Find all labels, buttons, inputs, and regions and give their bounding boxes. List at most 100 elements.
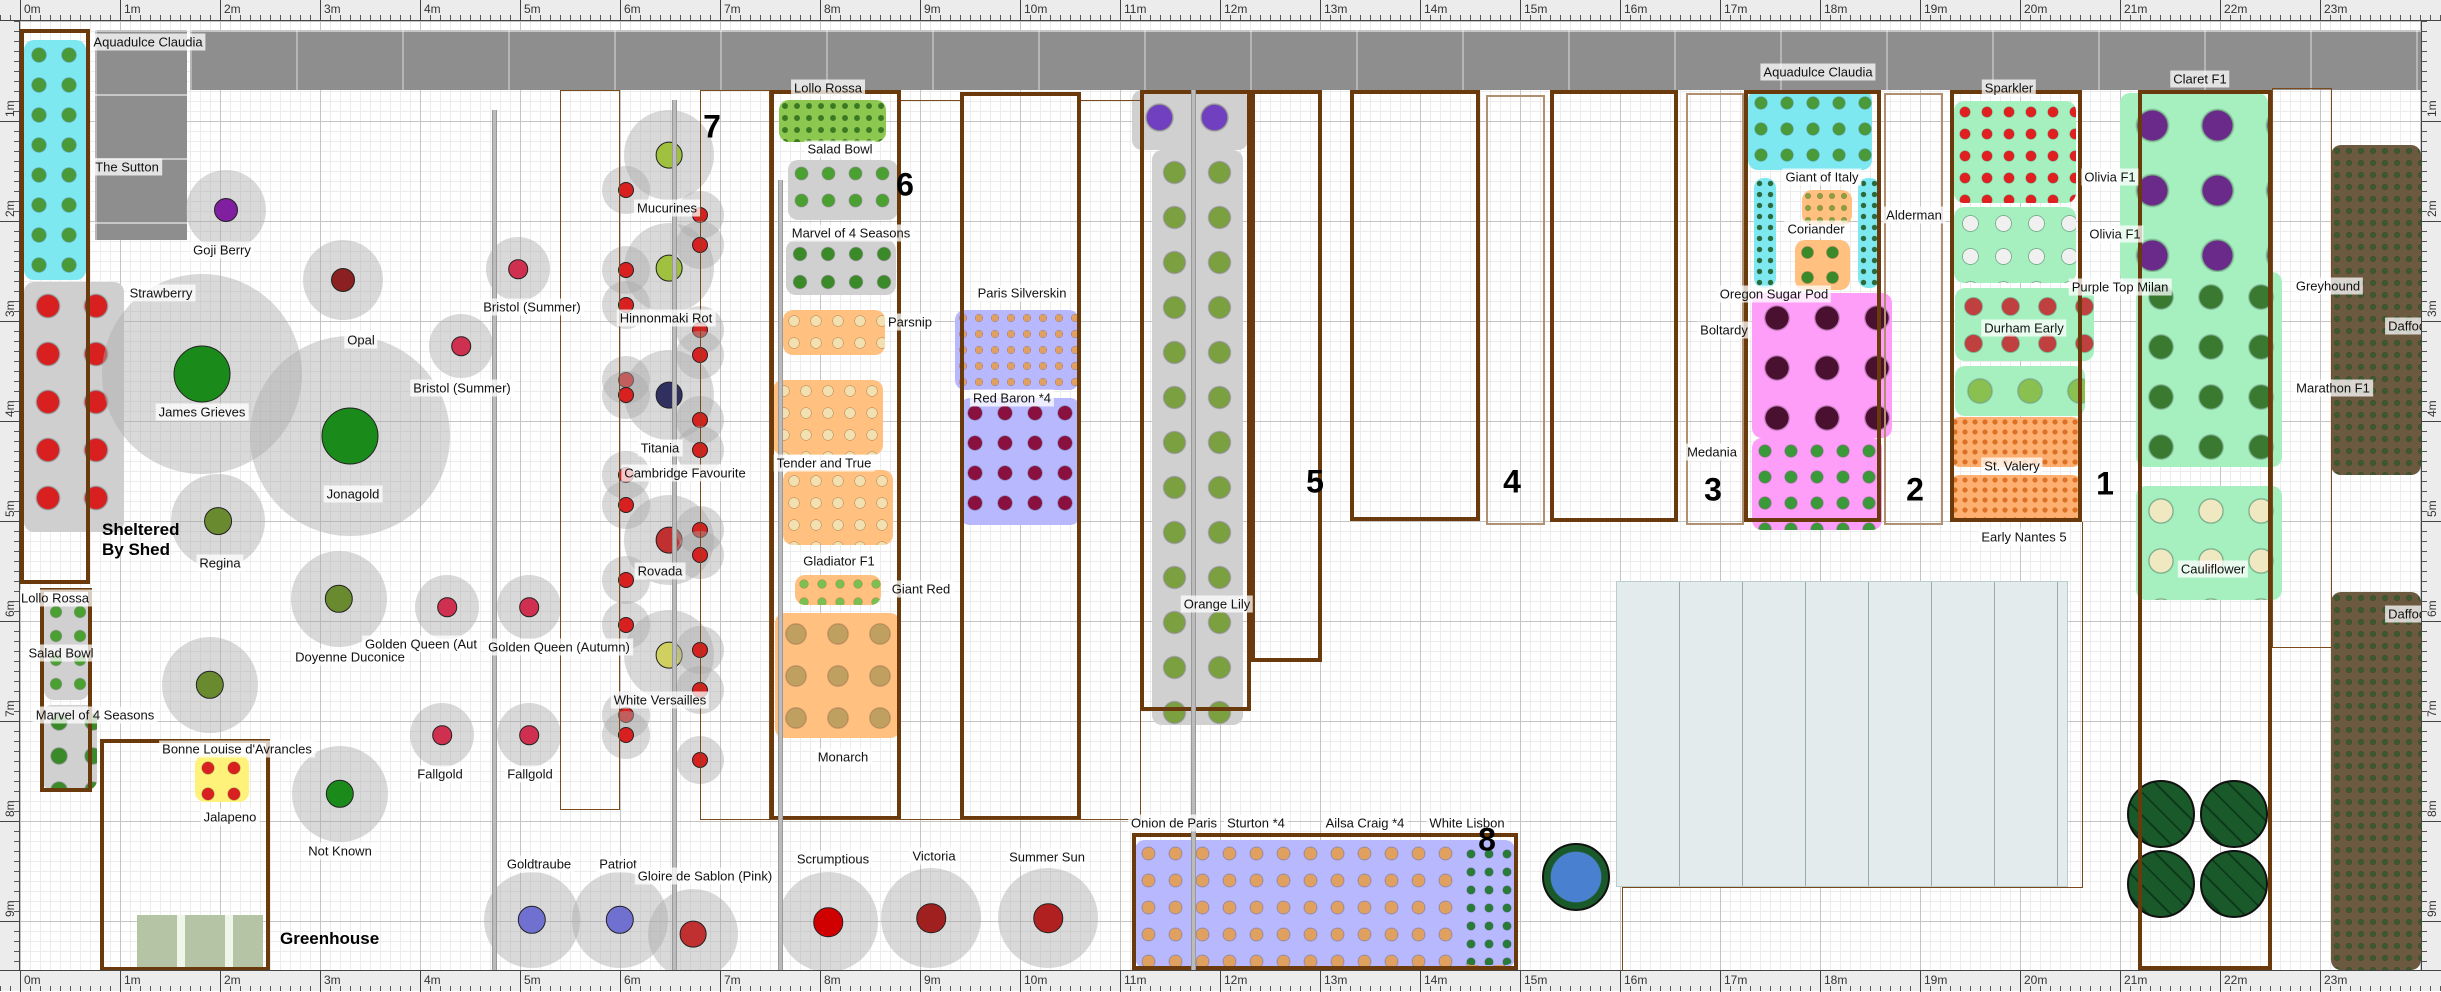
plant-label[interactable]: Early Nantes 5 xyxy=(1978,528,2070,546)
goji-berry-icon[interactable] xyxy=(186,170,266,250)
cherry-tree-icon[interactable] xyxy=(292,746,388,842)
cherry-tree-icon[interactable] xyxy=(998,868,1098,968)
garden-canvas[interactable]: Aquadulce Claudia The Sutton Goji Berry Str… xyxy=(20,21,2421,970)
water-butt-icon[interactable] xyxy=(1542,843,1610,911)
plant-label[interactable]: Sparkler xyxy=(1981,79,2037,97)
plant-label[interactable]: Strawberry xyxy=(126,284,196,302)
plant-label[interactable]: Titania xyxy=(637,439,683,457)
plant-label[interactable]: Onion de Paris xyxy=(1128,814,1220,832)
daffodil-bed[interactable] xyxy=(2331,592,2421,970)
plant-label[interactable]: Sturton *4 xyxy=(1224,814,1288,832)
plant-label[interactable]: Parsnip xyxy=(884,313,936,331)
raised-bed[interactable] xyxy=(960,92,1081,820)
raised-bed[interactable] xyxy=(1744,90,1881,522)
raspberry-icon[interactable] xyxy=(429,314,493,378)
plant-label[interactable]: Greyhound xyxy=(2292,277,2364,295)
plant-label[interactable]: Giant of Italy xyxy=(1782,168,1862,186)
raspberry-icon[interactable] xyxy=(410,703,474,767)
plant-label[interactable]: Mucurines xyxy=(634,199,700,217)
raised-bed[interactable] xyxy=(1132,833,1518,970)
plant-label[interactable]: Rovada xyxy=(634,562,686,580)
raised-bed[interactable] xyxy=(1884,93,1943,525)
raspberry-icon[interactable] xyxy=(497,703,561,767)
plant-label[interactable]: Aquadulce Claudia xyxy=(90,33,206,51)
plant-label[interactable]: Victoria xyxy=(909,847,959,865)
raised-bed[interactable] xyxy=(1550,90,1678,522)
plant-label[interactable]: Monarch xyxy=(814,748,872,766)
raised-bed[interactable] xyxy=(1251,90,1322,662)
plant-label[interactable]: Scrumptious xyxy=(793,850,873,868)
plant-label[interactable]: Bonne Louise d'Avrancles xyxy=(159,740,315,758)
plant-label[interactable]: Cauliflower xyxy=(2177,560,2249,578)
plant-label[interactable]: Boltardy xyxy=(1697,321,1751,339)
plant-label[interactable]: Lollo Rossa xyxy=(791,79,865,97)
daffodil-bed[interactable] xyxy=(2331,145,2421,475)
plant-label[interactable]: Marvel of 4 Seasons xyxy=(32,706,158,724)
plant-label[interactable]: Golden Queen (Autumn) xyxy=(485,638,633,656)
plant-label[interactable]: Orange Lily xyxy=(1180,595,1254,613)
raised-bed[interactable] xyxy=(40,588,92,792)
plant-label[interactable]: Coriander xyxy=(1784,220,1848,238)
raised-bed[interactable] xyxy=(2138,90,2272,970)
plant-label[interactable]: Summer Sun xyxy=(1006,848,1088,866)
plant-label[interactable]: Cambridge Favourite xyxy=(621,464,749,482)
plant-label[interactable]: Claret F1 xyxy=(2170,70,2230,88)
plant-label[interactable]: Regina xyxy=(196,554,244,572)
plant-label[interactable]: Hinnonmaki Rot xyxy=(616,309,716,327)
plant-label[interactable]: Salad Bowl xyxy=(804,140,876,158)
plant-label[interactable]: Daffodil xyxy=(2385,605,2421,623)
raised-bed[interactable] xyxy=(2272,88,2332,648)
plant-label[interactable]: Gladiator F1 xyxy=(800,552,878,570)
plant-label[interactable]: Bristol (Summer) xyxy=(480,298,584,316)
plant-label[interactable]: The Sutton xyxy=(92,158,162,176)
plant-label[interactable]: Patriot xyxy=(596,855,640,873)
plant-label[interactable]: Oregon Sugar Pod xyxy=(1716,285,1832,303)
plant-label[interactable]: Daffodil xyxy=(2385,317,2421,335)
plant-label[interactable]: Opal xyxy=(344,331,378,349)
plant-label[interactable]: Alderman xyxy=(1883,206,1945,224)
raised-bed[interactable] xyxy=(1486,95,1545,525)
plant-label[interactable]: Red Baron *4 xyxy=(969,389,1055,407)
plum-tree-icon[interactable] xyxy=(881,868,981,968)
plant-label[interactable]: Fallgold xyxy=(414,765,466,783)
plant-label[interactable]: Fallgold xyxy=(504,765,556,783)
plant-label[interactable]: Olivia F1 xyxy=(2081,168,2139,186)
plant-label[interactable]: Not Known xyxy=(305,842,375,860)
pear-tree-icon[interactable] xyxy=(162,637,258,733)
plant-label[interactable]: Golden Queen (Aut xyxy=(361,635,481,653)
plant-label[interactable]: Salad Bowl xyxy=(25,644,97,662)
plant-label[interactable]: Ailsa Craig *4 xyxy=(1322,814,1408,832)
plant-label[interactable]: Marathon F1 xyxy=(2293,379,2373,397)
plant-label[interactable]: Goji Berry xyxy=(190,241,254,259)
apple-tree-icon[interactable] xyxy=(778,872,878,970)
raspberry-icon[interactable] xyxy=(415,575,479,639)
raised-bed[interactable] xyxy=(700,90,770,820)
raspberry-icon[interactable] xyxy=(497,575,561,639)
plant-label[interactable]: Goldtraube xyxy=(503,855,575,873)
plant-label[interactable]: Purple Top Milan xyxy=(2068,278,2172,296)
raised-bed[interactable] xyxy=(100,739,270,970)
pear-tree-icon[interactable] xyxy=(291,551,387,647)
plant-label[interactable]: Giant Red xyxy=(888,580,954,598)
apple-tree-icon[interactable] xyxy=(250,336,450,536)
plant-label[interactable]: Paris Silverskin xyxy=(974,284,1070,302)
plant-label[interactable]: Jalapeno xyxy=(200,808,260,826)
plum-tree-icon[interactable] xyxy=(303,240,383,320)
raised-bed[interactable] xyxy=(1350,90,1480,521)
plant-label[interactable]: James Grieves xyxy=(155,403,249,421)
plant-label[interactable]: Marvel of 4 Seasons xyxy=(788,224,914,242)
plant-label[interactable]: Jonagold xyxy=(323,485,383,503)
plant-label[interactable]: Aquadulce Claudia xyxy=(1760,63,1876,81)
plant-label[interactable]: St. Valery xyxy=(1981,457,2043,475)
plant-label[interactable]: Medania xyxy=(1684,443,1740,461)
currant-icon[interactable] xyxy=(648,889,738,970)
plant-label[interactable]: Durham Early xyxy=(1981,319,2067,337)
blueberry-icon[interactable] xyxy=(484,872,580,968)
plant-label[interactable]: Bristol (Summer) xyxy=(410,379,514,397)
raised-bed[interactable] xyxy=(20,29,90,584)
plant-label[interactable]: Lollo Rossa xyxy=(20,589,92,607)
plant-label[interactable]: Olivia F1 xyxy=(2086,225,2144,243)
plant-label[interactable]: White Versailles xyxy=(610,691,710,709)
plant-label[interactable]: Gloire de Sablon (Pink) xyxy=(634,867,776,885)
plant-label[interactable]: Tender and True xyxy=(773,454,875,472)
